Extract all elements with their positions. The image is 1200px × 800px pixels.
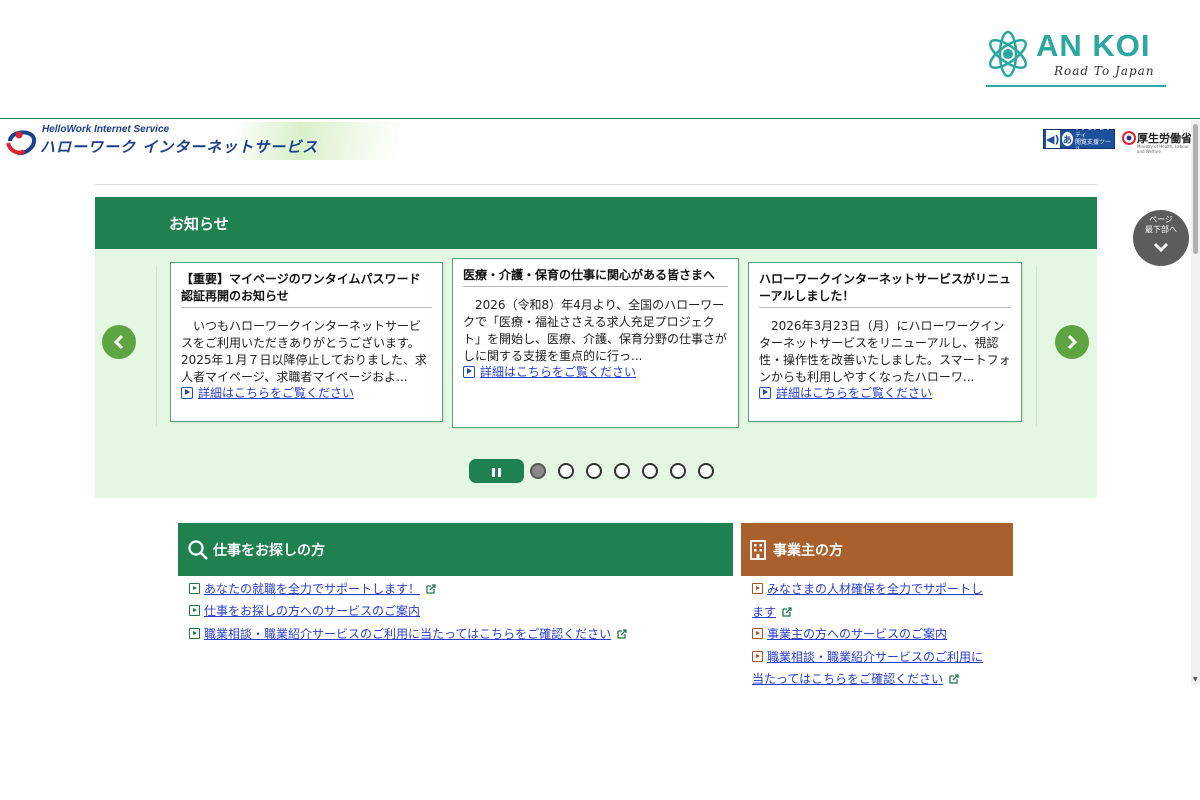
employer-header[interactable]: 事業主の方 bbox=[741, 523, 1013, 576]
watermark-underline bbox=[986, 85, 1166, 87]
watermark-brand: AN KOI bbox=[1036, 28, 1151, 63]
chevron-left-icon bbox=[113, 334, 124, 350]
carousel-dot[interactable] bbox=[642, 463, 658, 479]
notice-card[interactable]: ハローワークインターネットサービスがリニューアルしました！ 2026年3月23日… bbox=[748, 262, 1022, 422]
notice-card-title: ハローワークインターネットサービスがリニューアルしました！ bbox=[759, 271, 1011, 308]
jobseeker-header[interactable]: 仕事をお探しの方 bbox=[178, 523, 733, 576]
carousel-dot[interactable] bbox=[586, 463, 602, 479]
carousel-next-button[interactable] bbox=[1055, 325, 1089, 359]
play-square-icon bbox=[752, 628, 763, 639]
play-square-icon bbox=[752, 583, 763, 594]
accessibility-label-2: 閲覧支援ツール bbox=[1075, 139, 1112, 153]
jobseeker-title: 仕事をお探しの方 bbox=[213, 542, 325, 559]
carousel-dot[interactable] bbox=[698, 463, 714, 479]
play-square-icon bbox=[189, 605, 200, 616]
accessibility-icon: あ bbox=[1061, 132, 1074, 146]
play-square-icon bbox=[463, 365, 475, 378]
external-link-icon bbox=[782, 606, 792, 617]
notice-card-body: いつもハローワークインターネットサービスをご利用いただきありがとうございます。2… bbox=[181, 319, 427, 384]
notice-card-more-link[interactable]: 詳細はこちらをご覧ください bbox=[181, 384, 432, 401]
play-square-icon bbox=[189, 628, 200, 639]
scroll-bottom-label-1: ページ bbox=[1149, 215, 1173, 224]
ankoi-watermark-logo: AN KOI Road To Japan bbox=[980, 26, 1170, 88]
play-square-icon bbox=[759, 386, 771, 399]
carousel-edge-left bbox=[156, 266, 157, 426]
chevron-right-icon bbox=[1067, 334, 1078, 350]
jobseeker-link[interactable]: あなたの就職を全力でサポートします！ bbox=[189, 580, 436, 597]
employer-link[interactable]: みなさまの人材確保を全力でサポートし bbox=[752, 580, 983, 597]
chevron-down-icon bbox=[1153, 242, 1169, 252]
jobseeker-link[interactable]: 仕事をお探しの方へのサービスのご案内 bbox=[189, 602, 420, 619]
employer-link[interactable]: 事業主の方へのサービスのご案内 bbox=[752, 625, 947, 642]
notice-card-body: 2026（令和8）年4月より、全国のハローワークで「医療・福祉ささえる求人充足プ… bbox=[463, 298, 728, 363]
external-link-icon bbox=[949, 673, 959, 684]
scroll-to-bottom-button[interactable]: ページ 最下部へ bbox=[1133, 210, 1189, 266]
hellowork-logo[interactable]: HelloWork Internet Service ハローワーク インターネッ… bbox=[4, 122, 399, 160]
accessibility-button[interactable]: ◀) あ アクセシビリティ 閲覧支援ツール bbox=[1043, 125, 1115, 153]
play-square-icon bbox=[181, 386, 193, 399]
logo-japanese-text: ハローワーク インターネットサービス bbox=[40, 138, 319, 156]
notice-card-more-link[interactable]: 詳細はこちらをご覧ください bbox=[759, 384, 1011, 401]
scrollbar-thumb[interactable] bbox=[1193, 124, 1198, 254]
notice-card-title: 医療・介護・保育の仕事に関心がある皆さまへ bbox=[463, 267, 728, 287]
carousel-pause-button[interactable] bbox=[469, 459, 524, 483]
employer-title: 事業主の方 bbox=[773, 542, 843, 559]
notice-card-title: 【重要】マイページのワンタイムパスワード認証再開のお知らせ bbox=[181, 271, 432, 308]
carousel-dot[interactable] bbox=[670, 463, 686, 479]
ministry-sub: Ministry of Health, Labour and Welfare bbox=[1137, 144, 1189, 154]
watermark-tagline: Road To Japan bbox=[1054, 64, 1155, 78]
carousel-pager bbox=[469, 459, 726, 483]
jobseeker-link[interactable]: 職業相談・職業紹介サービスのご利用に当たってはこちらをご確認ください bbox=[189, 625, 627, 642]
scroll-bottom-label-2: 最下部へ bbox=[1145, 225, 1177, 234]
notice-title: お知らせ bbox=[169, 215, 229, 233]
scroll-down-arrow-icon[interactable]: ▼ bbox=[1193, 676, 1198, 683]
pause-icon bbox=[491, 462, 503, 481]
notice-card[interactable]: 医療・介護・保育の仕事に関心がある皆さまへ 2026（令和8）年4月より、全国の… bbox=[452, 258, 739, 428]
mhlw-symbol-icon bbox=[1122, 131, 1136, 145]
carousel-dot[interactable] bbox=[614, 463, 630, 479]
employer-link-continued[interactable]: ます bbox=[752, 603, 792, 620]
accessibility-label-1: アクセシビリティ bbox=[1075, 125, 1111, 139]
notice-card[interactable]: 【重要】マイページのワンタイムパスワード認証再開のお知らせ いつもハローワークイ… bbox=[170, 262, 443, 422]
play-square-icon bbox=[752, 651, 763, 662]
header-divider bbox=[95, 184, 1097, 185]
hellowork-mark-icon bbox=[6, 130, 37, 156]
carousel-dot[interactable] bbox=[530, 463, 546, 479]
carousel-edge-right bbox=[1036, 266, 1037, 426]
speaker-icon: ◀) bbox=[1046, 130, 1060, 148]
external-link-icon bbox=[426, 583, 436, 594]
notice-card-body: 2026年3月23日（月）にハローワークインターネットサービスをリニューアルし、… bbox=[759, 319, 1011, 384]
search-icon bbox=[188, 539, 208, 560]
logo-english-text: HelloWork Internet Service bbox=[42, 124, 170, 135]
employer-link[interactable]: 職業相談・職業紹介サービスのご利用に bbox=[752, 648, 983, 665]
mhlw-logo[interactable]: 厚生労働省 Ministry of Health, Labour and Wel… bbox=[1122, 127, 1192, 154]
notice-card-more-link[interactable]: 詳細はこちらをご覧ください bbox=[463, 363, 728, 380]
atom-icon bbox=[988, 30, 1028, 78]
carousel-prev-button[interactable] bbox=[102, 325, 136, 359]
external-link-icon bbox=[617, 628, 627, 639]
building-icon bbox=[750, 539, 766, 560]
employer-link-continued[interactable]: 当たってはこちらをご確認ください bbox=[752, 670, 959, 687]
play-square-icon bbox=[189, 583, 200, 594]
notice-header: お知らせ bbox=[95, 197, 1097, 249]
carousel-dot[interactable] bbox=[558, 463, 574, 479]
